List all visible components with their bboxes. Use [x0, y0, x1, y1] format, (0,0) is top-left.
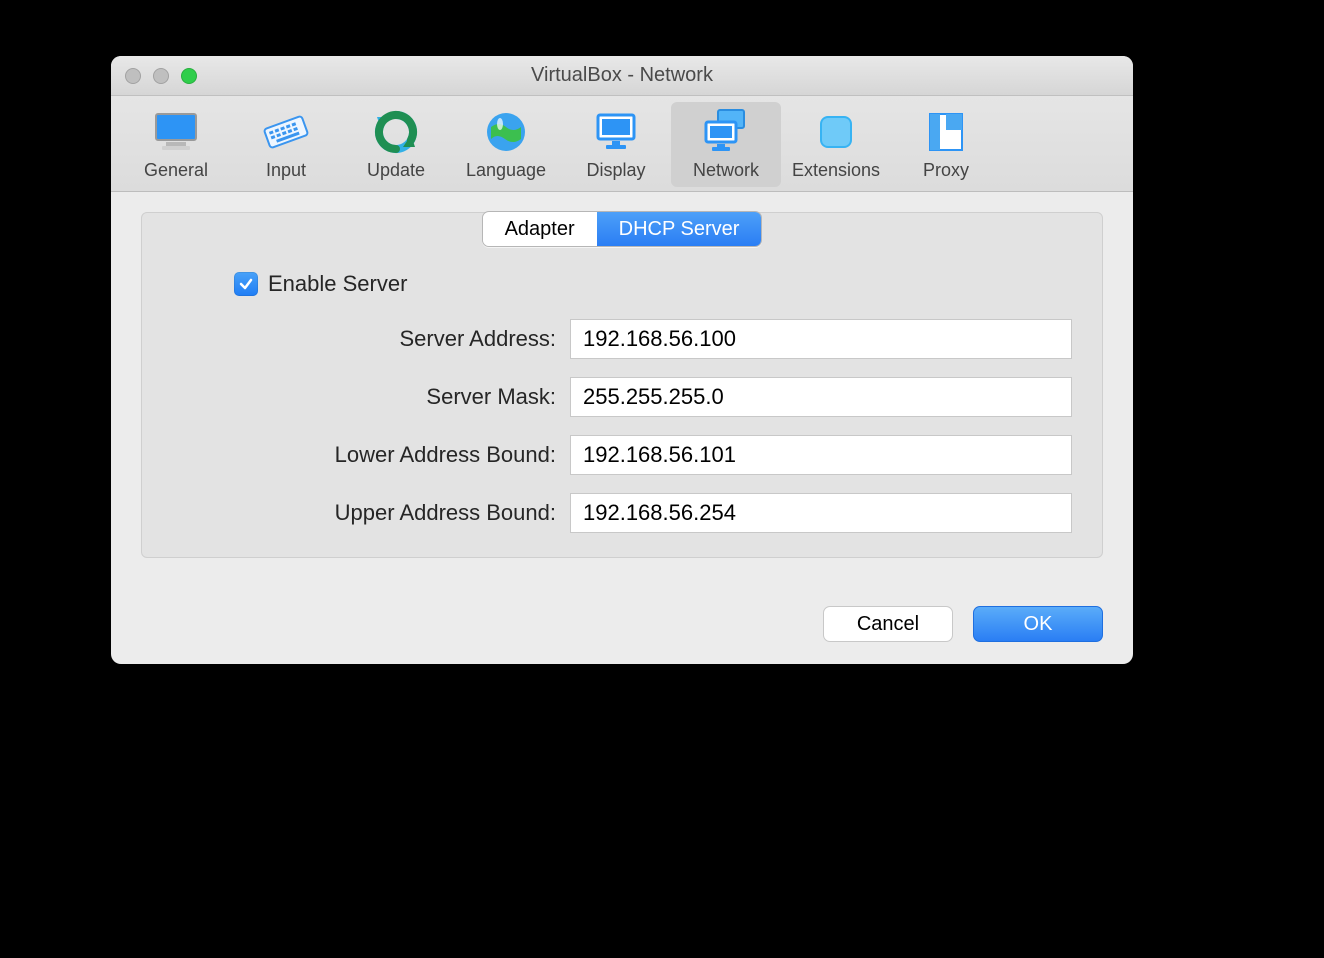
toolbar-label: Input	[231, 160, 341, 181]
check-icon	[238, 276, 254, 292]
tab-adapter[interactable]: Adapter	[483, 212, 597, 246]
enable-server-label: Enable Server	[268, 271, 407, 297]
toolbar-item-general[interactable]: General	[121, 102, 231, 187]
zoom-icon[interactable]	[181, 68, 197, 84]
toolbar-label: General	[121, 160, 231, 181]
refresh-icon	[341, 106, 451, 158]
minimize-icon[interactable]	[153, 68, 169, 84]
extensions-icon	[781, 106, 891, 158]
titlebar: VirtualBox - Network	[111, 56, 1133, 96]
server-mask-input[interactable]	[570, 377, 1072, 417]
toolbar-item-language[interactable]: Language	[451, 102, 561, 187]
server-mask-label: Server Mask:	[190, 384, 570, 410]
toolbar-item-input[interactable]: Input	[231, 102, 341, 187]
cancel-button[interactable]: Cancel	[823, 606, 953, 642]
lower-bound-label: Lower Address Bound:	[190, 442, 570, 468]
lower-bound-input[interactable]	[570, 435, 1072, 475]
preferences-window: VirtualBox - Network General	[111, 56, 1133, 664]
segmented-tabs: Adapter DHCP Server	[482, 211, 763, 247]
monitor-icon	[121, 106, 231, 158]
toolbar-item-extensions[interactable]: Extensions	[781, 102, 891, 187]
server-address-input[interactable]	[570, 319, 1072, 359]
prefs-toolbar: General Input	[111, 96, 1133, 192]
upper-bound-label: Upper Address Bound:	[190, 500, 570, 526]
enable-server-checkbox[interactable]	[234, 272, 258, 296]
toolbar-item-display[interactable]: Display	[561, 102, 671, 187]
dialog-buttons: Cancel OK	[111, 582, 1133, 664]
traffic-lights	[125, 68, 197, 84]
window-title: VirtualBox - Network	[111, 64, 1133, 87]
globe-icon	[451, 106, 561, 158]
proxy-icon	[891, 106, 1001, 158]
toolbar-label: Extensions	[781, 160, 891, 181]
ok-button[interactable]: OK	[973, 606, 1103, 642]
network-icon	[671, 106, 781, 158]
toolbar-label: Display	[561, 160, 671, 181]
toolbar-label: Language	[451, 160, 561, 181]
toolbar-item-network[interactable]: Network	[671, 102, 781, 187]
display-icon	[561, 106, 671, 158]
toolbar-label: Update	[341, 160, 451, 181]
toolbar-item-proxy[interactable]: Proxy	[891, 102, 1001, 187]
dhcp-form: Enable Server Server Address: Server Mas…	[142, 247, 1102, 533]
upper-bound-input[interactable]	[570, 493, 1072, 533]
toolbar-label: Proxy	[891, 160, 1001, 181]
content-area: Adapter DHCP Server Enable Server Server…	[111, 192, 1133, 582]
tab-dhcp-server[interactable]: DHCP Server	[597, 212, 762, 246]
keyboard-icon	[231, 106, 341, 158]
toolbar-item-update[interactable]: Update	[341, 102, 451, 187]
toolbar-label: Network	[671, 160, 781, 181]
settings-panel: Adapter DHCP Server Enable Server Server…	[141, 212, 1103, 558]
close-icon[interactable]	[125, 68, 141, 84]
server-address-label: Server Address:	[190, 326, 570, 352]
